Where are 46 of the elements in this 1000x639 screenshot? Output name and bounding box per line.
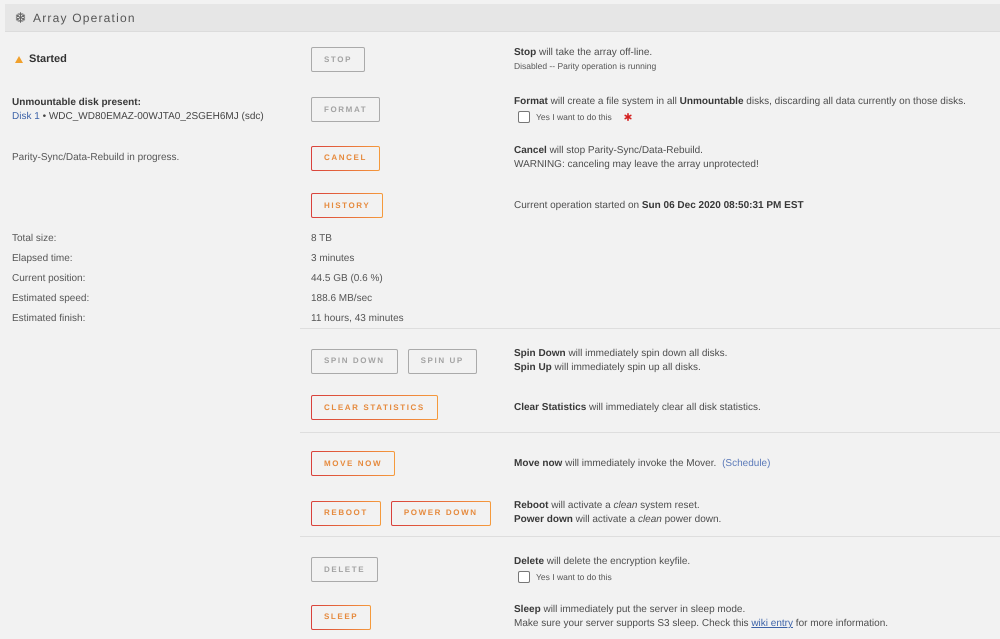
stat-label: Current position: xyxy=(12,272,86,286)
stat-value: 188.6 MB/sec xyxy=(311,292,372,306)
action-button[interactable]: REBOOT xyxy=(311,500,381,526)
disk-detail-text: Disk 1 • WDC_WD80EMAZ-00WJTA0_2SGEH6MJ (sdc) xyxy=(12,110,264,124)
text-link[interactable]: wiki entry xyxy=(751,618,794,629)
action-button[interactable]: CLEAR STATISTICS xyxy=(311,395,438,420)
stat-label: Estimated finish: xyxy=(12,312,86,326)
description-text: Cancel will stop Parity-Sync/Data-Rebuild. xyxy=(514,144,703,158)
stat-label: Estimated speed: xyxy=(12,292,90,306)
stat-label: Elapsed time: xyxy=(12,252,73,266)
disk-title: Unmountable disk present: xyxy=(12,96,141,110)
stat-value: 8 TB xyxy=(311,232,332,246)
action-button[interactable]: MOVE NOW xyxy=(311,451,396,476)
disk-link[interactable]: Disk 1 xyxy=(12,110,40,122)
action-button[interactable]: POWER DOWN xyxy=(390,500,491,526)
description-text: Spin Up will immediately spin up all disks. xyxy=(514,361,701,375)
action-button[interactable]: HISTORY xyxy=(311,193,384,218)
action-button[interactable]: CANCEL xyxy=(311,146,380,170)
checkbox[interactable] xyxy=(518,571,530,583)
stat-value: 44.5 GB (0.6 %) xyxy=(311,272,383,286)
panel-title: Array Operation xyxy=(33,10,136,26)
checkbox[interactable] xyxy=(518,111,530,123)
description-text: Sleep will immediately put the server in sleep mode. xyxy=(514,603,746,617)
description-text: Power down will activate a clean power down. xyxy=(514,513,722,527)
description-text: Make sure your server supports S3 sleep. Check this wiki entry for more information. xyxy=(514,617,888,631)
description-text: Current operation started on Sun 06 Dec 2020 08:50:31 PM EST xyxy=(514,198,804,212)
description-text: WARNING: canceling may leave the array unprotected! xyxy=(514,158,759,172)
description-text: Clear Statistics will immediately clear all disk statistics. xyxy=(514,400,761,414)
snowflake-icon xyxy=(15,12,26,23)
description-text: Format will create a file system in all Unmountable disks, discarding all data currently on those disks. xyxy=(514,95,966,109)
status-message: Parity-Sync/Data-Rebuild in progress. xyxy=(12,151,180,165)
warning-icon xyxy=(15,56,23,63)
description-text: Stop will take the array off-line. xyxy=(514,46,652,60)
text-link[interactable]: (Schedule) xyxy=(722,458,770,468)
action-button[interactable]: SLEEP xyxy=(311,604,372,630)
stat-value: 3 minutes xyxy=(311,252,354,266)
status-text: Started xyxy=(29,52,67,68)
description-text: Delete will delete the encryption keyfile. xyxy=(514,555,690,569)
stat-label: Total size: xyxy=(12,232,56,246)
description-text: Reboot will activate a clean system reset. xyxy=(514,499,700,513)
confirm-label: Yes I want to do this xyxy=(536,571,612,584)
confirm-label: Yes I want to do this xyxy=(536,111,612,124)
stat-value: 11 hours, 43 minutes xyxy=(311,312,404,326)
note-text: Disabled -- Parity operation is running xyxy=(514,60,656,73)
description-text: Spin Down will immediately spin down all disks. xyxy=(514,347,728,361)
description-text: Move now will immediately invoke the Mover. (Schedule) xyxy=(514,456,770,470)
